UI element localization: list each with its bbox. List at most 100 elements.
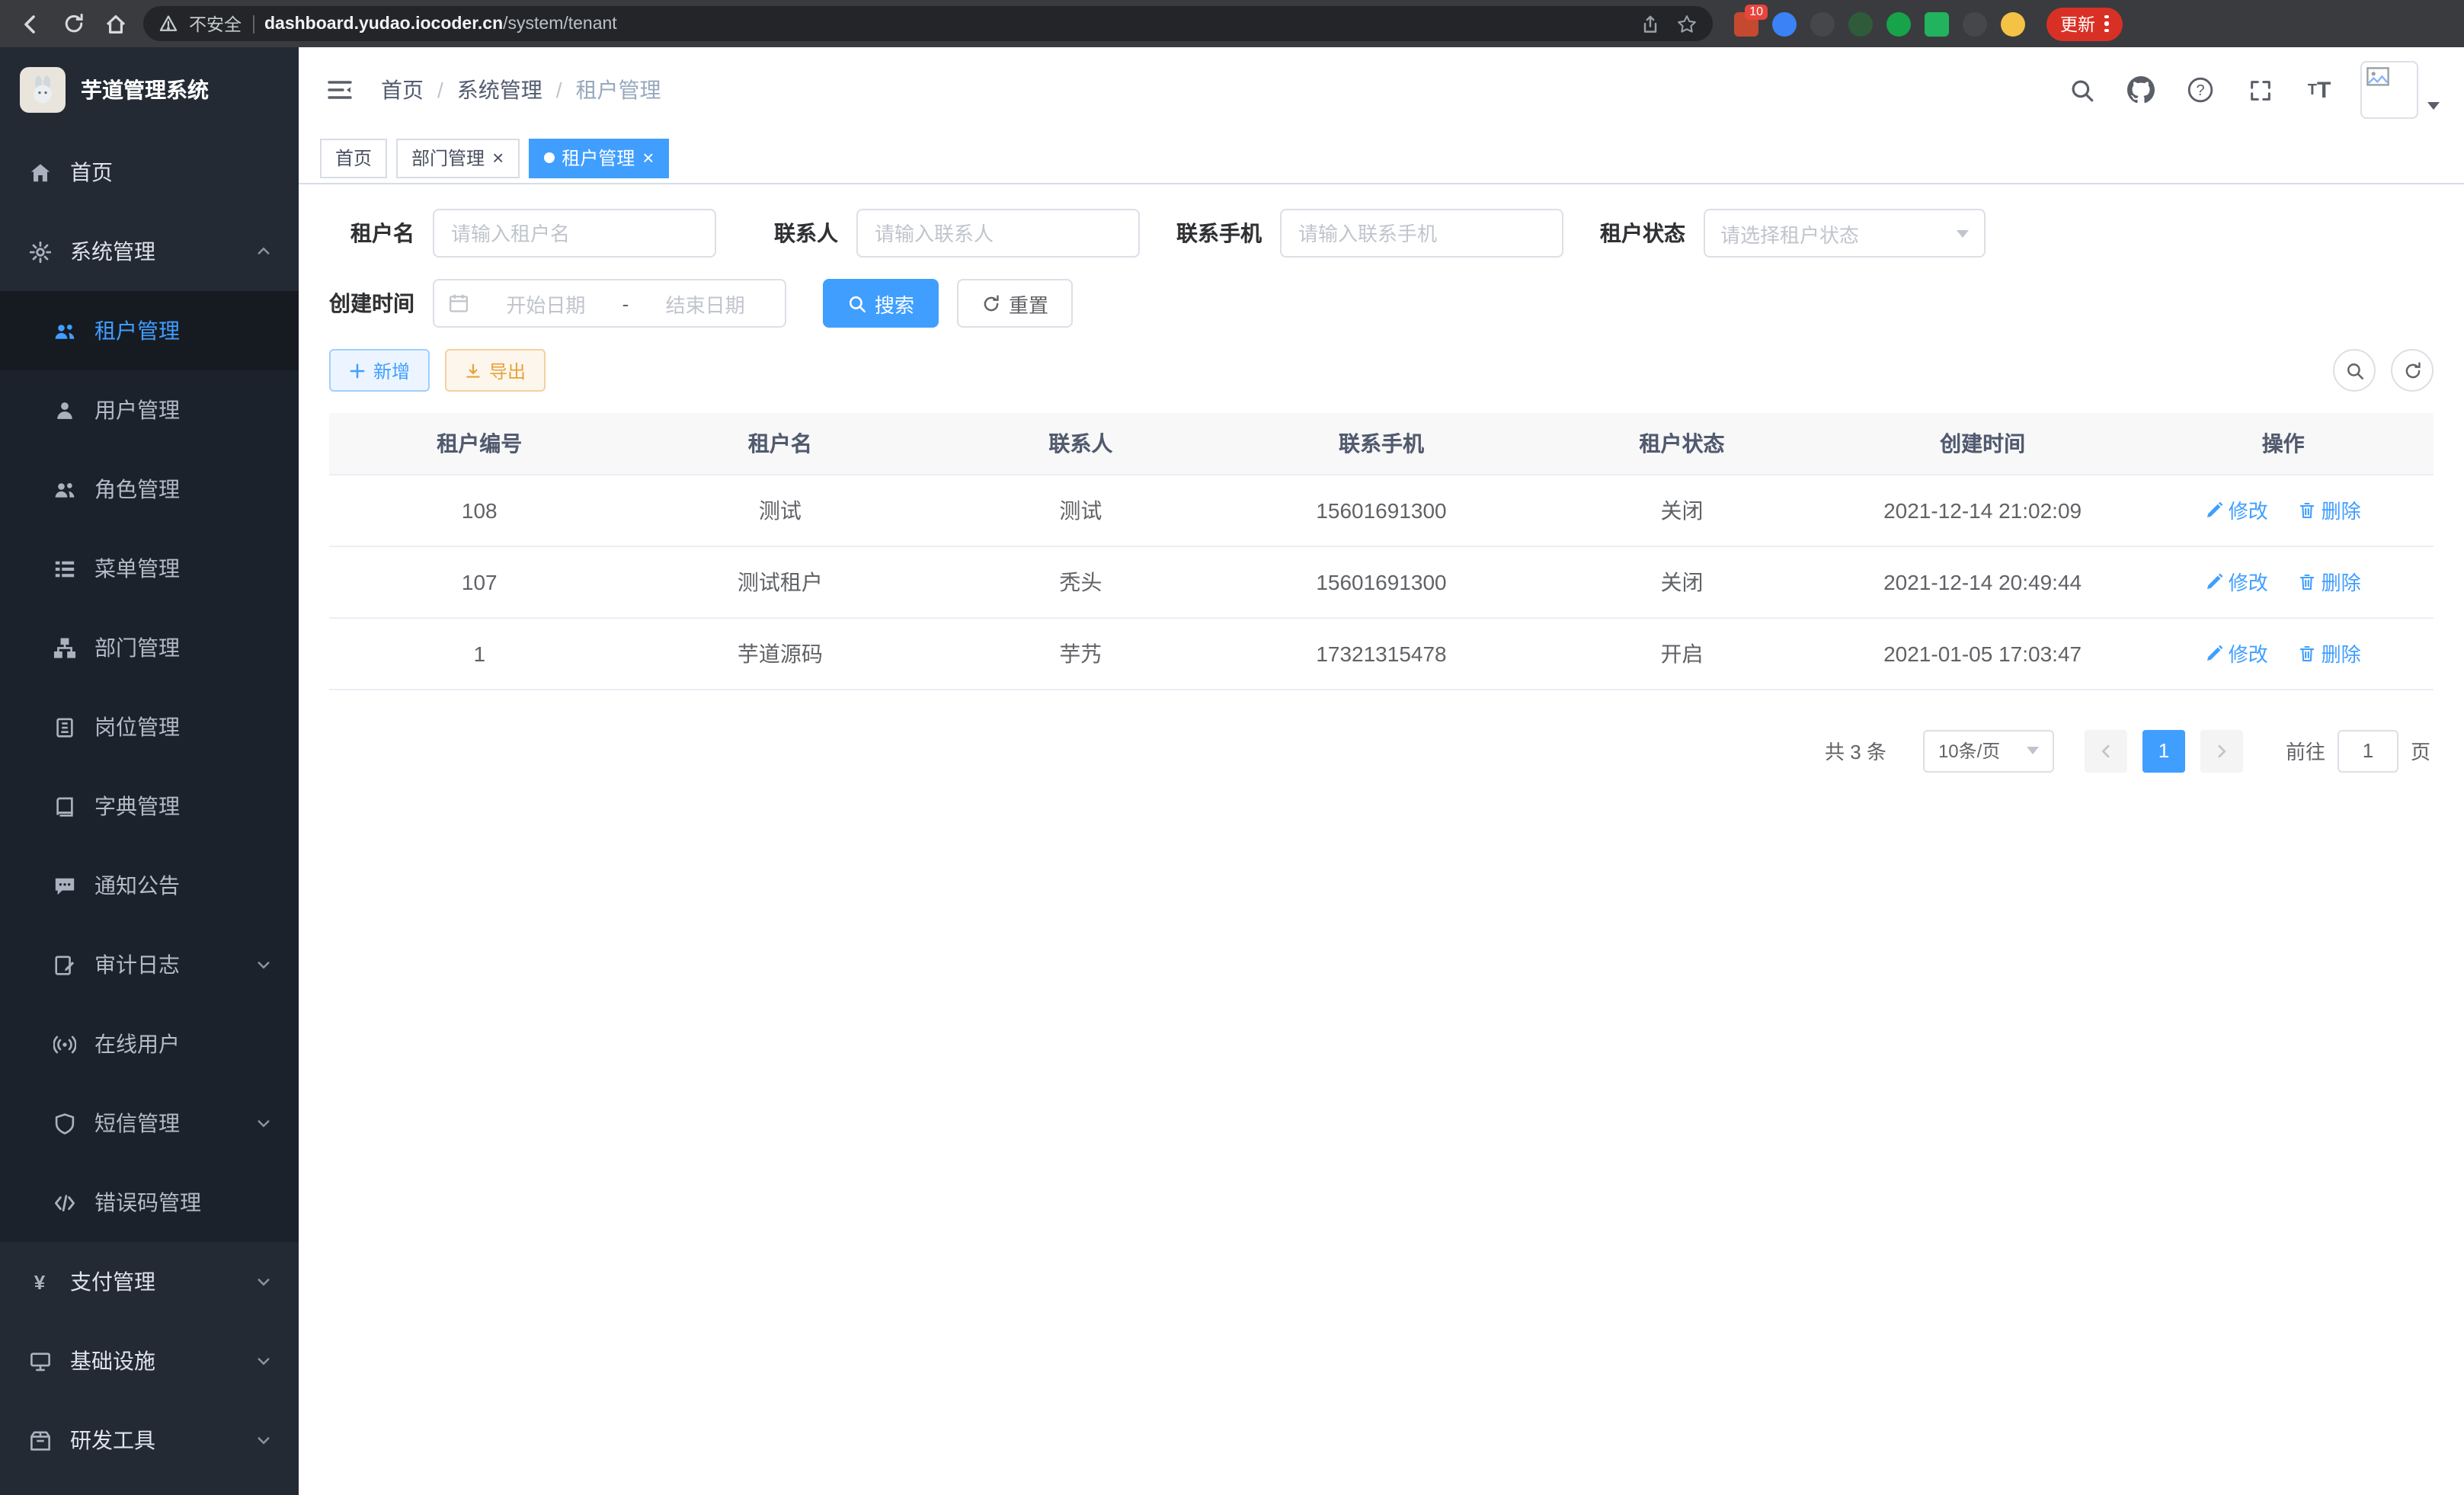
breadcrumb-separator: / [437,78,443,102]
status-select[interactable]: 请选择租户状态 [1704,209,1986,258]
sidebar-item-role[interactable]: 角色管理 [0,450,299,529]
cell-contact: 秃头 [930,546,1231,617]
fullscreen-icon[interactable] [2242,72,2278,108]
filter-contact: 联系人 [753,209,1140,258]
sidebar-item-payment[interactable]: ¥ 支付管理 [0,1242,299,1321]
sidebar-item-sms[interactable]: 短信管理 [0,1084,299,1163]
book-icon [52,794,76,818]
reset-button-label: 重置 [1009,289,1048,318]
edit-link[interactable]: 修改 [2206,495,2268,524]
sidebar-item-tenant[interactable]: 租户管理 [0,291,299,370]
refresh-table-icon[interactable] [2391,349,2434,392]
page-number-1[interactable]: 1 [2142,729,2185,772]
edit-link[interactable]: 修改 [2206,567,2268,596]
filter-label: 联系手机 [1176,218,1262,248]
user-icon [52,398,76,422]
sidebar-item-user[interactable]: 用户管理 [0,370,299,450]
cell-phone: 15601691300 [1231,474,1532,546]
extension-icon[interactable]: 10 [1734,11,1758,36]
page-size-value: 10条/页 [1938,738,2000,764]
sidebar-item-online-users[interactable]: 在线用户 [0,1004,299,1084]
users-icon [52,477,76,501]
breadcrumb-home[interactable]: 首页 [381,75,424,105]
tab-tenant[interactable]: 租户管理 × [528,138,669,178]
sidebar-collapse-icon[interactable] [323,73,357,107]
sidebar-item-dev-tools[interactable]: 研发工具 [0,1401,299,1480]
extension-icon[interactable] [1772,11,1797,36]
cell-created: 2021-12-14 20:49:44 [1832,546,2133,617]
font-size-icon[interactable]: TT [2301,72,2338,108]
col-status: 租户状态 [1531,413,1832,474]
broadcast-icon [52,1032,76,1056]
breadcrumb: 首页 / 系统管理 / 租户管理 [381,75,661,105]
sidebar-item-label: 用户管理 [94,395,180,425]
prev-page-button[interactable] [2085,729,2127,772]
update-label: 更新 [2060,11,2095,36]
page-size-select[interactable]: 10条/页 [1923,729,2054,772]
sidebar-item-home[interactable]: 首页 [0,133,299,212]
extension-icon[interactable] [1848,11,1873,36]
yen-icon: ¥ [27,1269,52,1294]
app-logo[interactable]: 芋道管理系统 [0,47,299,133]
chrome-update-button[interactable]: 更新 [2046,7,2122,40]
badge-icon [52,715,76,739]
tab-home[interactable]: 首页 [320,138,387,178]
security-warning-icon[interactable] [158,14,178,34]
goto-page-input[interactable] [2338,729,2398,772]
close-icon[interactable]: × [642,148,654,168]
extension-icon[interactable] [1925,11,1949,36]
sidebar-item-dept[interactable]: 部门管理 [0,608,299,687]
share-icon[interactable] [1640,13,1661,34]
extension-icon[interactable] [1886,11,1911,36]
export-button[interactable]: 导出 [445,349,546,392]
toggle-search-icon[interactable] [2333,349,2376,392]
create-time-range-picker[interactable]: 开始日期 - 结束日期 [433,279,786,328]
extension-badge: 10 [1745,4,1768,19]
delete-link[interactable]: 删除 [2299,567,2361,596]
cell-contact: 芋艿 [930,617,1231,689]
sidebar-item-audit-log[interactable]: 审计日志 [0,925,299,1004]
sidebar-item-dict[interactable]: 字典管理 [0,767,299,846]
sidebar-item-error-code[interactable]: 错误码管理 [0,1163,299,1242]
extension-icon[interactable] [1963,11,1987,36]
extension-icon[interactable] [2001,11,2025,36]
delete-link[interactable]: 删除 [2299,495,2361,524]
edit-link[interactable]: 修改 [2206,639,2268,667]
contact-input[interactable] [856,209,1140,258]
breadcrumb-system[interactable]: 系统管理 [457,75,542,105]
extension-icon[interactable] [1810,11,1835,36]
sidebar-item-notice[interactable]: 通知公告 [0,846,299,925]
table-row: 108 测试 测试 15601691300 关闭 2021-12-14 21:0… [329,474,2434,546]
phone-input[interactable] [1280,209,1563,258]
bookmark-star-icon[interactable] [1676,13,1698,34]
omnibox-divider [252,14,254,33]
next-page-button[interactable] [2200,729,2243,772]
browser-menu-icon[interactable] [2104,15,2108,33]
header-search-icon[interactable] [2063,72,2100,108]
home-icon[interactable] [101,8,131,39]
sidebar-item-system[interactable]: 系统管理 [0,212,299,291]
reload-icon[interactable] [58,8,88,39]
delete-link[interactable]: 删除 [2299,639,2361,667]
user-avatar-dropdown[interactable] [2360,61,2440,119]
help-icon[interactable]: ? [2182,72,2219,108]
add-button[interactable]: 新增 [329,349,430,392]
tenant-name-input[interactable] [433,209,716,258]
sidebar-item-post[interactable]: 岗位管理 [0,687,299,767]
gear-icon [27,239,52,264]
filter-status: 租户状态 请选择租户状态 [1600,209,1986,258]
close-icon[interactable]: × [492,148,504,168]
tab-dept[interactable]: 部门管理 × [396,138,519,178]
sidebar-item-label: 首页 [70,157,113,187]
github-icon[interactable] [2123,72,2159,108]
sidebar-item-infrastructure[interactable]: 基础设施 [0,1321,299,1401]
table-tools [2333,349,2434,392]
sidebar-item-menu[interactable]: 菜单管理 [0,529,299,608]
address-bar[interactable]: 不安全 dashboard.yudao.iocoder.cn/system/te… [143,6,1713,41]
sidebar-item-label: 短信管理 [94,1108,180,1138]
reset-button[interactable]: 重置 [957,279,1073,328]
back-icon[interactable] [15,8,46,39]
breadcrumb-separator: / [556,78,562,102]
security-label[interactable]: 不安全 [189,11,242,36]
search-button[interactable]: 搜索 [823,279,939,328]
